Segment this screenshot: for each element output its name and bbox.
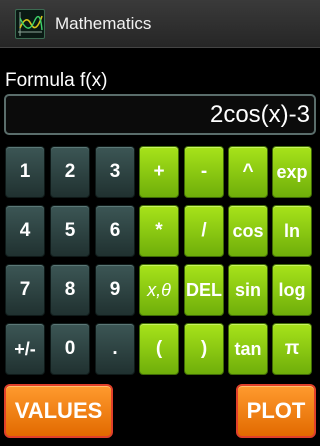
- formula-input[interactable]: [6, 96, 314, 133]
- key-sign-toggle[interactable]: +/-: [5, 323, 45, 375]
- key-variable[interactable]: x,θ: [139, 264, 179, 316]
- title-bar: Mathematics: [0, 0, 320, 48]
- key-sin[interactable]: sin: [228, 264, 268, 316]
- key-power[interactable]: ^: [228, 146, 268, 198]
- values-button[interactable]: VALUES: [4, 384, 113, 438]
- key-minus[interactable]: -: [184, 146, 224, 198]
- app-title: Mathematics: [55, 13, 152, 33]
- key-log[interactable]: log: [272, 264, 312, 316]
- plot-button[interactable]: PLOT: [236, 384, 316, 438]
- key-3[interactable]: 3: [95, 146, 135, 198]
- key-close-paren[interactable]: ): [184, 323, 224, 375]
- key-4[interactable]: 4: [5, 205, 45, 257]
- function-graph-icon: [15, 8, 45, 39]
- key-7[interactable]: 7: [5, 264, 45, 316]
- key-decimal[interactable]: .: [95, 323, 135, 375]
- key-delete[interactable]: DEL: [184, 264, 224, 316]
- key-5[interactable]: 5: [50, 205, 90, 257]
- key-6[interactable]: 6: [95, 205, 135, 257]
- key-cos[interactable]: cos: [228, 205, 268, 257]
- key-tan[interactable]: tan: [228, 323, 268, 375]
- key-multiply[interactable]: *: [139, 205, 179, 257]
- key-1[interactable]: 1: [5, 146, 45, 198]
- key-open-paren[interactable]: (: [139, 323, 179, 375]
- key-plus[interactable]: +: [139, 146, 179, 198]
- key-8[interactable]: 8: [50, 264, 90, 316]
- key-2[interactable]: 2: [50, 146, 90, 198]
- formula-label: Formula f(x): [5, 70, 108, 91]
- key-exp[interactable]: exp: [272, 146, 312, 198]
- key-9[interactable]: 9: [95, 264, 135, 316]
- formula-field[interactable]: [4, 94, 316, 135]
- key-divide[interactable]: /: [184, 205, 224, 257]
- key-0[interactable]: 0: [50, 323, 90, 375]
- key-ln[interactable]: ln: [272, 205, 312, 257]
- key-pi[interactable]: π: [272, 323, 312, 375]
